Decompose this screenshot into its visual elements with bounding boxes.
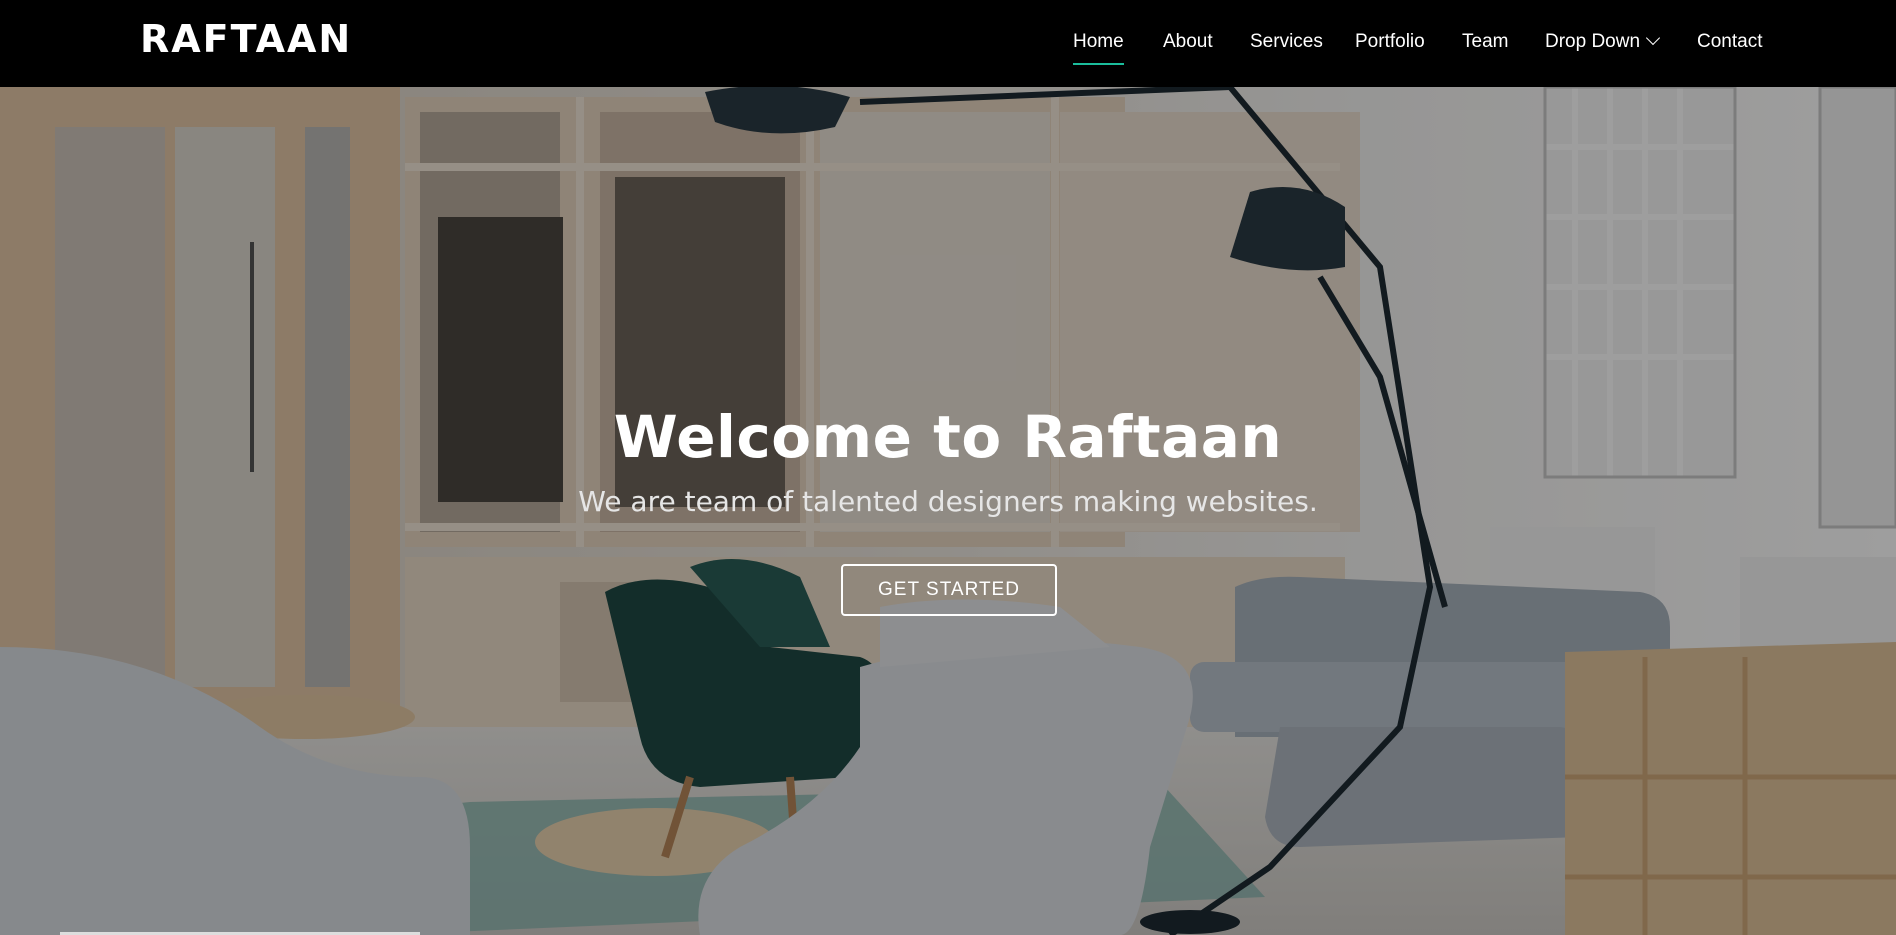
hero-section: Welcome to Raftaan We are team of talent… [0, 87, 1896, 935]
nav-services[interactable]: Services [1250, 30, 1323, 54]
nav-team[interactable]: Team [1462, 30, 1508, 54]
site-header: RAFTAAN Home About Services Portfolio Te… [0, 0, 1896, 87]
nav-dropdown[interactable]: Drop Down [1545, 30, 1661, 54]
nav-dropdown-label: Drop Down [1545, 31, 1641, 52]
hero-title: Welcome to Raftaan [613, 403, 1283, 471]
nav-portfolio[interactable]: Portfolio [1355, 30, 1425, 54]
nav-home[interactable]: Home [1073, 30, 1124, 65]
site-logo[interactable]: RAFTAAN [140, 16, 352, 62]
nav-contact[interactable]: Contact [1697, 30, 1762, 54]
nav-about[interactable]: About [1163, 30, 1213, 54]
hero-subtitle: We are team of talented designers making… [578, 485, 1318, 518]
get-started-button[interactable]: GET STARTED [841, 564, 1057, 616]
chevron-down-icon [1645, 30, 1661, 46]
